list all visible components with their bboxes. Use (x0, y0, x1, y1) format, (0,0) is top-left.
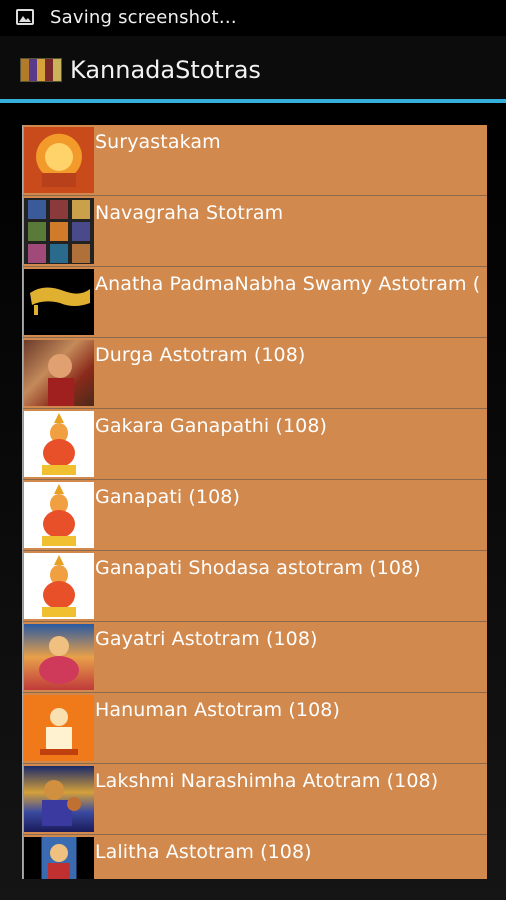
list-item[interactable]: Hanuman Astotram (108) (23, 693, 487, 764)
list-item-label: Anatha PadmaNabha Swamy Astotram ( (95, 273, 481, 295)
hanuman-image (24, 695, 94, 761)
list-item-label: Ganapati (108) (95, 486, 241, 508)
app-title: KannadaStotras (70, 56, 261, 84)
list-item[interactable]: Durga Astotram (108) (23, 338, 487, 409)
list-item-label: Ganapati Shodasa astotram (108) (95, 557, 421, 579)
gayatri-image (24, 624, 94, 690)
list-item[interactable]: Navagraha Stotram (23, 196, 487, 267)
ganesha-image (24, 411, 94, 477)
navagraha-image (24, 198, 94, 264)
action-bar: KannadaStotras (0, 36, 506, 100)
content-area: Suryastakam Navagraha Stotram Anatha Pad… (0, 103, 506, 900)
status-notification-text: Saving screenshot… (50, 7, 237, 28)
list-item-label: Navagraha Stotram (95, 202, 284, 224)
status-bar: Saving screenshot… (0, 0, 506, 36)
list-item[interactable]: Lakshmi Narashimha Atotram (108) (23, 764, 487, 835)
list-item[interactable]: Ganapati (108) (23, 480, 487, 551)
list-item-label: Hanuman Astotram (108) (95, 699, 340, 721)
surya-image (24, 127, 94, 193)
ganesha-image (24, 482, 94, 548)
list-item-label: Lakshmi Narashimha Atotram (108) (95, 770, 439, 792)
list-item[interactable]: Gayatri Astotram (108) (23, 622, 487, 693)
list-item-label: Suryastakam (95, 131, 221, 153)
ganesha-image (24, 553, 94, 619)
list-item[interactable]: Anatha PadmaNabha Swamy Astotram ( (23, 267, 487, 338)
image-icon (16, 9, 34, 25)
list-item-label: Durga Astotram (108) (95, 344, 306, 366)
lalitha-image (24, 837, 94, 879)
app-logo-icon[interactable] (20, 58, 62, 82)
list-item[interactable]: Gakara Ganapathi (108) (23, 409, 487, 480)
list-item-label: Gayatri Astotram (108) (95, 628, 318, 650)
list-item[interactable]: Suryastakam (23, 125, 487, 196)
list-item[interactable]: Lalitha Astotram (108) (23, 835, 487, 879)
lakshmi-narasimha-image (24, 766, 94, 832)
list-item-label: Gakara Ganapathi (108) (95, 415, 328, 437)
anatha-padmanabha-image (24, 269, 94, 335)
durga-image (24, 340, 94, 406)
list-item-label: Lalitha Astotram (108) (95, 841, 312, 863)
list-item[interactable]: Ganapati Shodasa astotram (108) (23, 551, 487, 622)
stotra-list[interactable]: Suryastakam Navagraha Stotram Anatha Pad… (22, 125, 487, 879)
